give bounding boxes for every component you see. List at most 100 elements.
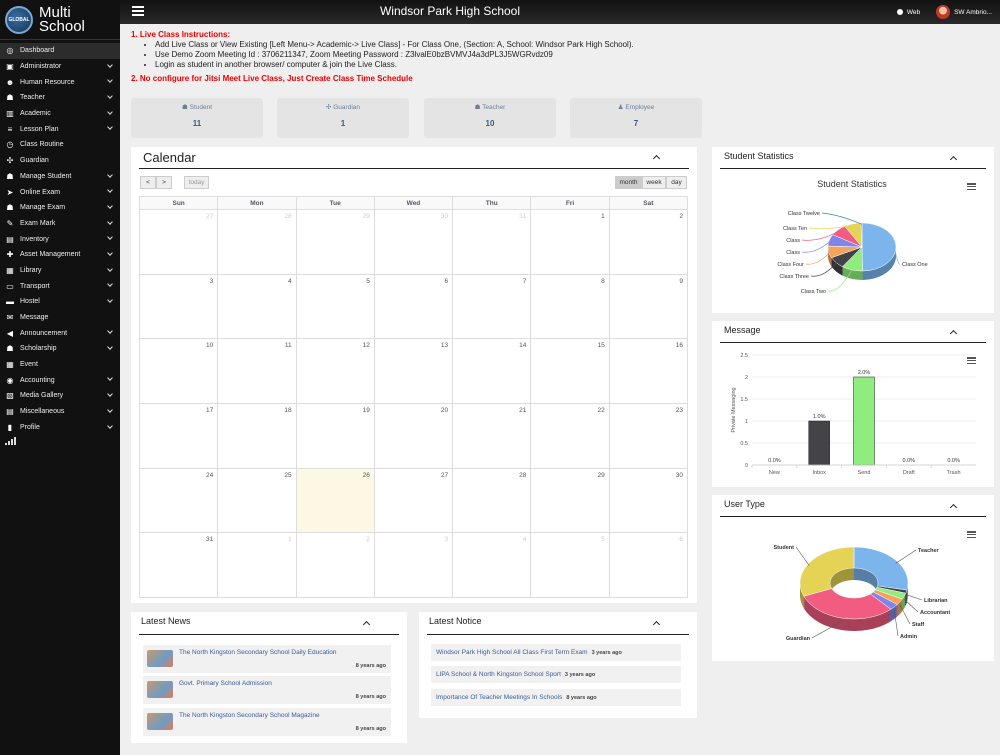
calendar-day[interactable]: 1 [530,209,610,275]
calendar-day[interactable]: 30 [373,209,454,275]
sidebar-item-exam-mark[interactable]: ✎ Exam Mark [0,216,120,232]
sidebar-item-online-exam[interactable]: ➤ Online Exam [0,184,120,200]
calendar-day[interactable]: 8 [530,273,610,340]
donut-label: Librarian [924,598,948,604]
day-view-button[interactable]: day [666,176,687,189]
donut-slice-teacher[interactable] [853,546,909,591]
calendar-day[interactable]: 23 [608,403,689,469]
sidebar-item-media-gallery[interactable]: ▧ Media Gallery [0,388,120,404]
news-item[interactable]: The North Kingston Secondary School Maga… [143,708,391,736]
sidebar-item-scholarship[interactable]: ☗ Scholarship [0,341,120,357]
week-view-button[interactable]: week [642,176,666,189]
sidebar-item-teacher[interactable]: ☗ Teacher [0,90,120,106]
sidebar-item-message[interactable]: ✉ Message [0,310,120,326]
sidebar-item-profile[interactable]: ▮ Profile [0,420,120,436]
calendar-day[interactable]: 28 [217,209,297,275]
calendar-day[interactable]: 15 [530,338,610,405]
calendar-day[interactable]: 24 [138,467,219,534]
sidebar-item-hostel[interactable]: ▬ Hostel [0,294,120,310]
calendar-day[interactable]: 14 [452,338,532,405]
calendar-day[interactable]: 31 [452,209,532,275]
calendar-day[interactable]: 17 [138,403,219,469]
bar-send[interactable] [853,376,875,466]
collapse-icon[interactable] [652,620,661,629]
calendar-day[interactable]: 28 [452,467,532,534]
calendar-day[interactable]: 22 [530,403,610,469]
sidebar-item-human-resource[interactable]: ☻ Human Resource [0,74,120,90]
sidebar-item-label: Asset Management [20,251,81,259]
calendar-day[interactable]: 25 [217,467,297,534]
sidebar-item-class-routine[interactable]: ◷ Class Routine [0,137,120,153]
notice-item[interactable]: Importance Of Teacher Meetings In School… [431,689,681,706]
calendar-day[interactable]: 18 [217,403,297,469]
sidebar-item-asset-management[interactable]: ✚ Asset Management [0,247,120,263]
calendar-day[interactable]: 6 [608,532,689,599]
calendar-day[interactable]: 16 [608,338,689,405]
calendar-day[interactable]: 5 [295,273,375,340]
calendar-day[interactable]: 20 [373,403,454,469]
calendar-day[interactable]: 9 [608,273,689,340]
sidebar-item-announcement[interactable]: ◀ Announcement [0,325,120,341]
calendar-day[interactable]: 3 [373,532,454,599]
news-item[interactable]: Govt. Primary School Admission 8 years a… [143,676,391,704]
next-button[interactable]: > [156,176,172,189]
collapse-icon[interactable] [652,154,661,163]
notice-item[interactable]: Windsor Park High School All Class First… [431,644,681,661]
sidebar-item-manage-exam[interactable]: ☗ Manage Exam [0,200,120,216]
sidebar-item-dashboard[interactable]: ◎ Dashboard [0,43,120,59]
calendar-day[interactable]: 2 [295,532,375,599]
calendar-day[interactable]: 1 [217,532,297,599]
calendar-day[interactable]: 31 [138,532,219,599]
chevron-down-icon [107,187,113,194]
calendar-day[interactable]: 21 [452,403,532,469]
web-link[interactable]: Web [907,9,920,16]
sidebar-item-academic[interactable]: ▥ Academic [0,106,120,122]
sidebar-item-manage-student[interactable]: ☗ Manage Student [0,169,120,185]
sidebar-item-administrator[interactable]: ▣ Administrator [0,59,120,75]
sidebar-item-accounting[interactable]: ◉ Accounting [0,372,120,388]
app-logo[interactable]: GLOBAL Multi School [0,0,120,40]
calendar-day[interactable]: 5 [530,532,610,599]
news-item[interactable]: The North Kingston Secondary School Dail… [143,645,391,673]
notice-item[interactable]: LIPA School & North Kingston School Spor… [431,666,681,683]
sidebar-item-event[interactable]: ▦ Event [0,357,120,373]
sidebar-item-transport[interactable]: ▭ Transport [0,278,120,294]
sidebar-item-inventory[interactable]: ▤ Inventory [0,231,120,247]
month-view-button[interactable]: month [615,176,642,189]
sidebar-item-library[interactable]: ▦ Library [0,263,120,279]
calendar-day[interactable]: 11 [217,338,297,405]
sidebar-item-guardian[interactable]: ✣ Guardian [0,153,120,169]
calendar-day[interactable]: 2 [608,209,689,275]
calendar-day[interactable]: 13 [373,338,454,405]
bar-inbox[interactable] [808,420,830,466]
stat-card-guardian[interactable]: ✣ Guardian 1 [277,98,409,138]
calendar-day[interactable]: 10 [138,338,219,405]
calendar-day[interactable]: 19 [295,403,375,469]
pie-label: Class Twelve [788,211,820,217]
calendar-day[interactable]: 4 [452,532,532,599]
prev-button[interactable]: < [140,176,156,189]
calendar-day[interactable]: 26 [295,467,375,534]
calendar-day[interactable]: 27 [373,467,454,534]
calendar-day[interactable]: 4 [217,273,297,340]
stat-card-student[interactable]: ☗ Student 11 [131,98,263,138]
avatar[interactable] [936,5,951,19]
calendar-day[interactable]: 29 [530,467,610,534]
stat-card-teacher[interactable]: ☗ Teacher 10 [424,98,556,138]
sidebar-item-miscellaneous[interactable]: ▤ Miscellaneous [0,404,120,420]
collapse-icon[interactable] [362,620,371,629]
calendar-day[interactable]: 30 [608,467,689,534]
calendar-day[interactable]: 7 [452,273,532,340]
calendar-day[interactable]: 3 [138,273,219,340]
sidebar-item-lesson-plan[interactable]: ≡ Lesson Plan [0,121,120,137]
calendar-day[interactable]: 27 [138,209,219,275]
calendar-day[interactable]: 29 [295,209,375,275]
user-name[interactable]: SW Ambrio... [954,9,992,16]
calendar-day[interactable]: 6 [373,273,454,340]
web-icon[interactable] [896,9,903,15]
sidebar-item-label: Human Resource [20,78,75,86]
stat-card-employee[interactable]: ♟ Employee 7 [570,98,702,138]
calendar-day[interactable]: 12 [295,338,375,405]
today-button[interactable]: today [184,176,209,189]
sidebar-item-label: Scholarship [20,345,57,353]
